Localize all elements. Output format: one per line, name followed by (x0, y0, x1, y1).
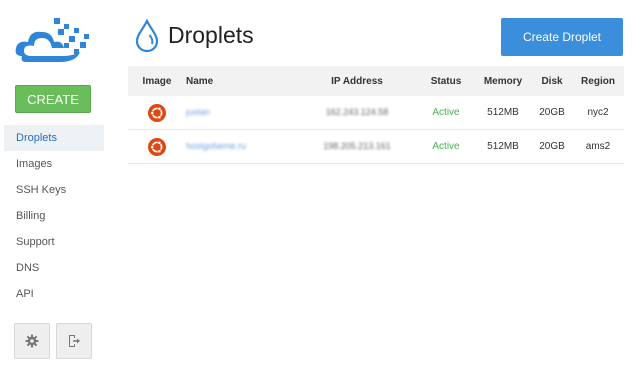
ubuntu-icon (148, 137, 166, 156)
disk-cell: 20GB (532, 129, 572, 164)
ip-address: 198.205.213.161 (323, 141, 391, 151)
cloud-logo-icon[interactable] (12, 14, 94, 68)
droplet-name-link[interactable]: hostgobeme.ru (186, 141, 246, 151)
sidebar-nav: Droplets Images SSH Keys Billing Support… (4, 125, 104, 307)
ip-cell: 198.205.213.161 (296, 129, 418, 164)
droplet-name-link[interactable]: justan (186, 107, 210, 117)
column-header-ip-address: IP Address (296, 66, 418, 96)
droplet-icon (135, 19, 159, 53)
image-cell (128, 96, 186, 130)
droplets-table: Image Name IP Address Status Memory Disk… (128, 66, 624, 164)
memory-cell: 512MB (474, 96, 532, 130)
column-header-image: Image (128, 66, 186, 96)
memory-cell: 512MB (474, 129, 532, 164)
region-cell: ams2 (572, 129, 624, 164)
settings-button[interactable] (14, 323, 50, 359)
create-button[interactable]: CREATE (15, 85, 91, 113)
gear-icon (25, 334, 39, 348)
ip-cell: 162.243.124.58 (296, 96, 418, 130)
image-cell (128, 129, 186, 164)
page-title: Droplets (168, 22, 254, 48)
status-cell: Active (418, 96, 474, 130)
column-header-region: Region (572, 66, 624, 96)
column-header-status: Status (418, 66, 474, 96)
status-cell: Active (418, 129, 474, 164)
sidebar-item-billing[interactable]: Billing (4, 203, 104, 229)
name-cell[interactable]: hostgobeme.ru (186, 129, 296, 164)
sidebar-item-droplets[interactable]: Droplets (4, 125, 104, 151)
create-droplet-button[interactable]: Create Droplet (501, 18, 623, 56)
logout-button[interactable] (56, 323, 92, 359)
ip-address: 162.243.124.58 (325, 107, 389, 117)
column-header-disk: Disk (532, 66, 572, 96)
sidebar-item-images[interactable]: Images (4, 151, 104, 177)
table-row[interactable]: hostgobeme.ru 198.205.213.161 Active 512… (128, 129, 624, 164)
ubuntu-icon (148, 103, 166, 122)
sidebar-item-api[interactable]: API (4, 281, 104, 307)
disk-cell: 20GB (532, 96, 572, 130)
table-header-row: Image Name IP Address Status Memory Disk… (128, 66, 624, 96)
sidebar-item-dns[interactable]: DNS (4, 255, 104, 281)
column-header-name: Name (186, 66, 296, 96)
column-header-memory: Memory (474, 66, 532, 96)
sidebar: CREATE Droplets Images SSH Keys Billing … (0, 0, 110, 374)
table-row[interactable]: justan 162.243.124.58 Active 512MB 20GB … (128, 96, 624, 130)
logout-icon (69, 335, 80, 347)
sidebar-item-support[interactable]: Support (4, 229, 104, 255)
sidebar-item-ssh-keys[interactable]: SSH Keys (4, 177, 104, 203)
region-cell: nyc2 (572, 96, 624, 130)
name-cell[interactable]: justan (186, 96, 296, 130)
